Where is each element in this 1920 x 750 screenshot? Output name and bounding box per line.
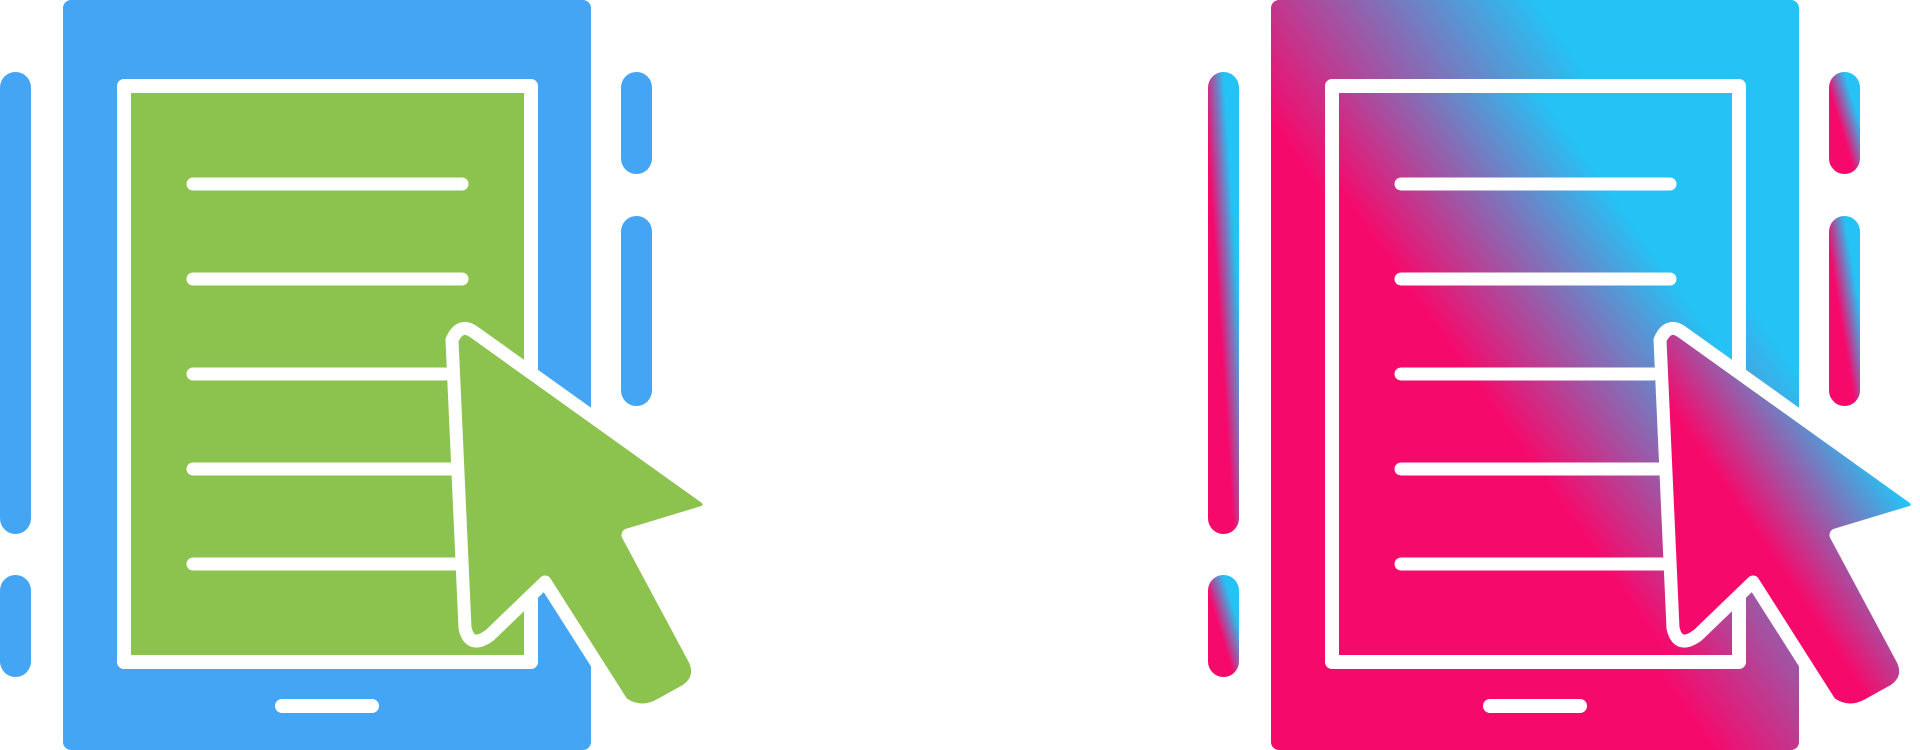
tablet-document-click-icon-glyph <box>0 0 720 750</box>
side-bar-right-long <box>1829 216 1860 406</box>
side-bar-left-long <box>0 72 31 534</box>
side-bar-left-short <box>1208 575 1239 677</box>
side-bar-right-long <box>621 216 652 406</box>
side-bar-left-short <box>0 575 31 677</box>
tablet-document-click-icon <box>0 0 716 750</box>
tablet-document-click-icon-gradient <box>1208 0 1920 750</box>
icon-showcase <box>0 0 1920 750</box>
side-bar-right-short <box>1829 72 1860 174</box>
side-bar-right-short <box>621 72 652 174</box>
side-bar-left-long <box>1208 72 1239 534</box>
tablet-document-click-icon <box>1208 0 1920 750</box>
